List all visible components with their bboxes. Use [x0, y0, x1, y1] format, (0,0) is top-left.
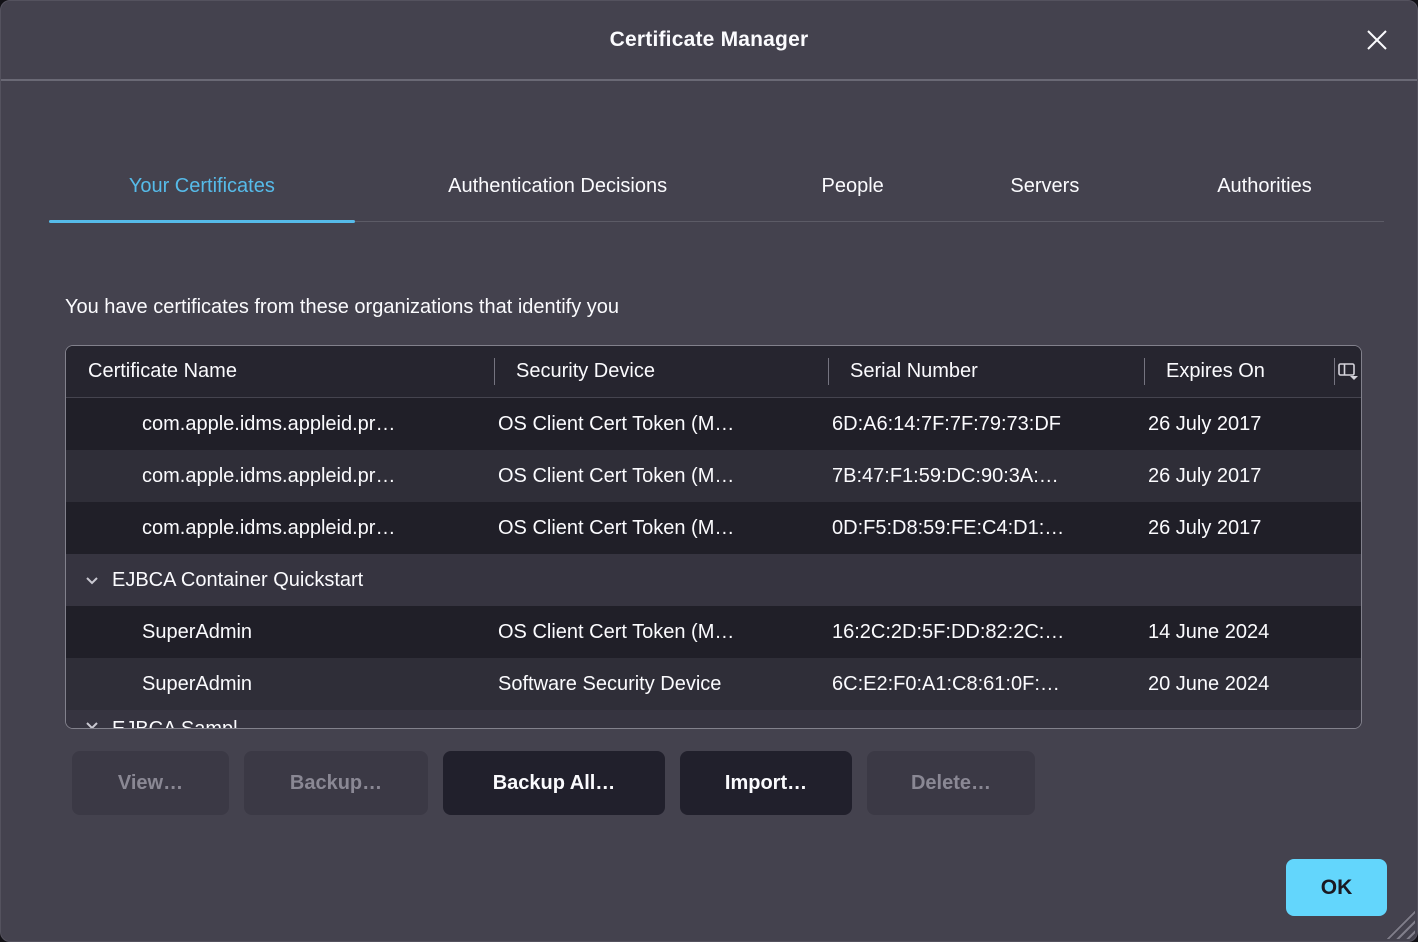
- cell-security-device: OS Client Cert Token (M…: [494, 465, 828, 488]
- cell-expires-on: 26 July 2017: [1144, 517, 1334, 540]
- cell-certificate-name: com.apple.idms.appleid.pr…: [66, 517, 494, 540]
- chevron-down-icon: [84, 573, 100, 587]
- tab-strip: Your Certificates Authentication Decision…: [49, 150, 1384, 222]
- group-label: EJBCA Container Quickstart: [112, 569, 363, 592]
- tab-label: Authentication Decisions: [448, 175, 667, 198]
- tab-people[interactable]: People: [761, 150, 945, 222]
- cell-serial-number: 6C:E2:F0:A1:C8:61:0F:…: [828, 673, 1144, 696]
- tab-servers[interactable]: Servers: [945, 150, 1145, 222]
- table-row[interactable]: SuperAdminOS Client Cert Token (M…16:2C:…: [66, 606, 1361, 658]
- column-picker-button[interactable]: [1334, 346, 1361, 397]
- column-header-device[interactable]: Security Device: [494, 346, 828, 397]
- group-row-partial[interactable]: EJBCA Sampl: [66, 710, 1361, 729]
- cell-security-device: OS Client Cert Token (M…: [494, 413, 828, 436]
- table-row[interactable]: com.apple.idms.appleid.pr…OS Client Cert…: [66, 398, 1361, 450]
- column-header-label: Certificate Name: [88, 360, 237, 383]
- group-row[interactable]: EJBCA Container Quickstart: [66, 554, 1361, 606]
- column-header-label: Expires On: [1166, 360, 1265, 383]
- ok-button[interactable]: OK: [1286, 859, 1387, 916]
- table-row[interactable]: com.apple.idms.appleid.pr…OS Client Cert…: [66, 450, 1361, 502]
- cell-expires-on: 14 June 2024: [1144, 621, 1334, 644]
- table-row[interactable]: com.apple.idms.appleid.pr…OS Client Cert…: [66, 502, 1361, 554]
- titlebar: Certificate Manager: [1, 1, 1417, 81]
- certificates-table: Certificate Name Security Device Serial Nu…: [65, 345, 1362, 729]
- cell-expires-on: 26 July 2017: [1144, 465, 1334, 488]
- cell-serial-number: 0D:F5:D8:59:FE:C4:D1:…: [828, 517, 1144, 540]
- cell-serial-number: 7B:47:F1:59:DC:90:3A:…: [828, 465, 1144, 488]
- dialog-title: Certificate Manager: [610, 28, 809, 52]
- column-header-label: Serial Number: [850, 360, 978, 383]
- tab-label: Authorities: [1217, 175, 1312, 198]
- cell-expires-on: 26 July 2017: [1144, 413, 1334, 436]
- column-header-expires[interactable]: Expires On: [1144, 346, 1334, 397]
- backup-all-button[interactable]: Backup All…: [443, 751, 665, 815]
- close-icon[interactable]: [1359, 22, 1395, 58]
- table-header-row: Certificate Name Security Device Serial Nu…: [66, 346, 1361, 398]
- tab-authentication-decisions[interactable]: Authentication Decisions: [355, 150, 761, 222]
- table-row[interactable]: SuperAdminSoftware Security Device6C:E2:…: [66, 658, 1361, 710]
- cell-serial-number: 16:2C:2D:5F:DD:82:2C:…: [828, 621, 1144, 644]
- tab-label: Your Certificates: [129, 175, 275, 198]
- cell-certificate-name: com.apple.idms.appleid.pr…: [66, 413, 494, 436]
- action-button-bar: View…Backup…Backup All…Import…Delete…: [72, 751, 1417, 815]
- column-picker-icon: [1338, 363, 1358, 380]
- tab-your-certificates[interactable]: Your Certificates: [49, 150, 355, 222]
- cell-certificate-name: SuperAdmin: [66, 673, 494, 696]
- table-body: com.apple.idms.appleid.pr…OS Client Cert…: [66, 398, 1361, 729]
- group-label: EJBCA Sampl: [112, 718, 238, 729]
- tab-authorities[interactable]: Authorities: [1145, 150, 1384, 222]
- cell-security-device: Software Security Device: [494, 673, 828, 696]
- column-header-name[interactable]: Certificate Name: [66, 346, 494, 397]
- import-button[interactable]: Import…: [680, 751, 852, 815]
- view-button[interactable]: View…: [72, 751, 229, 815]
- backup-button[interactable]: Backup…: [244, 751, 428, 815]
- column-header-label: Security Device: [516, 360, 655, 383]
- description-text: You have certificates from these organiz…: [65, 296, 1417, 319]
- delete-button[interactable]: Delete…: [867, 751, 1035, 815]
- tab-label: People: [822, 175, 884, 198]
- cell-certificate-name: com.apple.idms.appleid.pr…: [66, 465, 494, 488]
- column-header-serial[interactable]: Serial Number: [828, 346, 1144, 397]
- tab-label: Servers: [1010, 175, 1079, 198]
- cell-certificate-name: SuperAdmin: [66, 621, 494, 644]
- cell-serial-number: 6D:A6:14:7F:7F:79:73:DF: [828, 413, 1144, 436]
- cell-security-device: OS Client Cert Token (M…: [494, 621, 828, 644]
- chevron-down-icon: [84, 718, 100, 729]
- cell-security-device: OS Client Cert Token (M…: [494, 517, 828, 540]
- certificate-manager-dialog: Certificate Manager Your Certificates Aut…: [0, 0, 1418, 942]
- cell-expires-on: 20 June 2024: [1144, 673, 1334, 696]
